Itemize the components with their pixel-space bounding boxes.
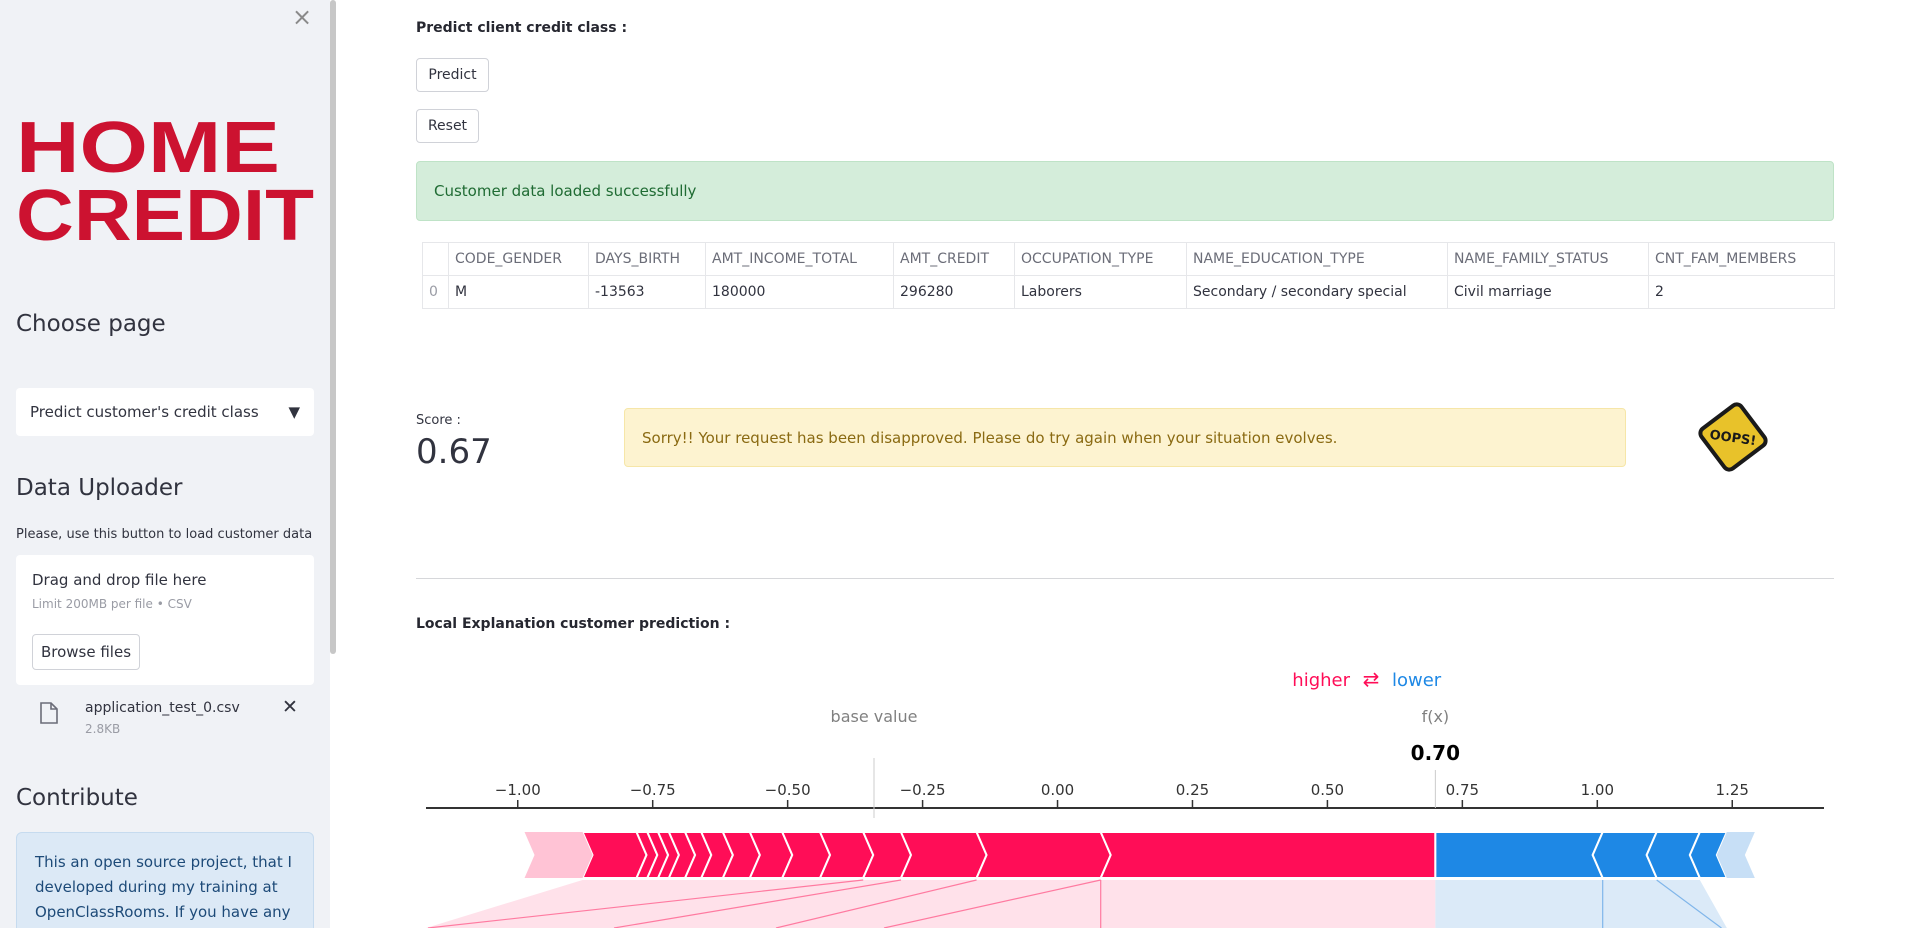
contribute-heading: Contribute	[16, 785, 138, 811]
success-alert: Customer data loaded successfully	[416, 161, 1834, 221]
file-dropzone[interactable]: Drag and drop file here Limit 200MB per …	[16, 555, 314, 685]
axis-tick-label: 0.75	[1446, 781, 1479, 799]
axis-tick-label: −0.25	[900, 781, 946, 799]
force-bar-higher	[899, 831, 988, 879]
force-bar-higher	[1099, 831, 1437, 879]
home-credit-logo: HOME CREDIT	[16, 112, 314, 242]
file-icon	[40, 702, 58, 724]
force-plot: higher ⇄ lower base value f(x) 0.70 −1.0…	[426, 667, 1824, 928]
choose-page-heading: Choose page	[16, 311, 166, 337]
table-cell: M	[448, 275, 589, 309]
table-cell: Secondary / secondary special	[1186, 275, 1448, 309]
explanation-heading: Local Explanation customer prediction :	[416, 616, 731, 632]
table-header: AMT_CREDIT	[893, 242, 1015, 276]
table-cell: Laborers	[1014, 275, 1187, 309]
uploaded-file: application_test_0.csv 2.8KB ✕	[16, 694, 314, 740]
reset-button[interactable]: Reset	[416, 109, 479, 143]
contribute-info-box: This an open source project, that I deve…	[16, 832, 314, 928]
score-value: 0.67	[416, 432, 492, 472]
legend-higher: higher	[1292, 670, 1350, 691]
file-size: 2.8KB	[85, 722, 121, 736]
main-content: Predict client credit class : Predict Re…	[336, 0, 1920, 928]
table-header: CNT_FAM_MEMBERS	[1648, 242, 1835, 276]
force-bar-lower	[1434, 831, 1605, 879]
axis-tick-label: 1.00	[1581, 781, 1614, 799]
force-fan-higher	[426, 880, 1436, 928]
fx-value: 0.70	[1411, 741, 1460, 765]
legend-lower: lower	[1392, 670, 1442, 691]
axis-tick-label: −1.00	[495, 781, 541, 799]
file-name: application_test_0.csv	[85, 700, 240, 716]
predict-heading: Predict client credit class :	[416, 20, 628, 36]
force-bar-higher	[975, 831, 1112, 879]
dropzone-title: Drag and drop file here	[32, 571, 207, 589]
table-cell: 296280	[893, 275, 1015, 309]
table-header: NAME_EDUCATION_TYPE	[1186, 242, 1448, 276]
table-cell: 180000	[705, 275, 894, 309]
browse-files-button[interactable]: Browse files	[32, 634, 140, 670]
table-header	[422, 242, 449, 276]
oops-sign-image: OOPS!	[1698, 402, 1768, 472]
sidebar: × HOME CREDIT Choose page Predict custom…	[0, 0, 330, 928]
chevron-down-icon: ▼	[288, 403, 300, 421]
section-divider	[416, 578, 1834, 579]
page-select-value: Predict customer's credit class	[30, 403, 259, 421]
remove-file-icon[interactable]: ✕	[282, 696, 298, 718]
score-label: Score :	[416, 413, 461, 428]
logo-line-2: CREDIT	[16, 176, 314, 242]
axis-tick-label: 0.25	[1176, 781, 1209, 799]
table-header: CODE_GENDER	[448, 242, 589, 276]
table-header-row: CODE_GENDER DAYS_BIRTH AMT_INCOME_TOTAL …	[422, 242, 1835, 276]
table-cell: Civil marriage	[1447, 275, 1649, 309]
axis-tick-label: −0.75	[630, 781, 676, 799]
axis-tick-label: 1.25	[1716, 781, 1749, 799]
data-uploader-heading: Data Uploader	[16, 475, 183, 501]
disapproval-alert: Sorry!! Your request has been disapprove…	[624, 408, 1626, 467]
table-header: DAYS_BIRTH	[588, 242, 706, 276]
force-fan-lower	[1435, 880, 1727, 928]
uploader-help-text: Please, use this button to load customer…	[16, 527, 313, 542]
axis-tick-label: 0.00	[1041, 781, 1074, 799]
base-value-label: base value	[831, 707, 918, 726]
table-cell: 0	[422, 275, 449, 309]
fx-label: f(x)	[1422, 707, 1450, 726]
table-header: NAME_FAMILY_STATUS	[1447, 242, 1649, 276]
legend-arrows-icon: ⇄	[1363, 667, 1380, 691]
table-header: OCCUPATION_TYPE	[1014, 242, 1187, 276]
close-sidebar-icon[interactable]: ×	[291, 4, 313, 30]
table-cell: -13563	[588, 275, 706, 309]
customer-data-table: CODE_GENDER DAYS_BIRTH AMT_INCOME_TOTAL …	[422, 242, 1835, 309]
axis-tick-label: −0.50	[765, 781, 811, 799]
dropzone-limit: Limit 200MB per file • CSV	[32, 597, 192, 611]
table-row: 0 M -13563 180000 296280 Laborers Second…	[422, 275, 1835, 309]
table-cell: 2	[1648, 275, 1835, 309]
table-header: AMT_INCOME_TOTAL	[705, 242, 894, 276]
force-bar-higher-tail	[524, 832, 593, 878]
page-select[interactable]: Predict customer's credit class ▼	[16, 388, 314, 436]
predict-button[interactable]: Predict	[416, 58, 489, 92]
axis-tick-label: 0.50	[1311, 781, 1344, 799]
force-bars	[426, 831, 1755, 928]
